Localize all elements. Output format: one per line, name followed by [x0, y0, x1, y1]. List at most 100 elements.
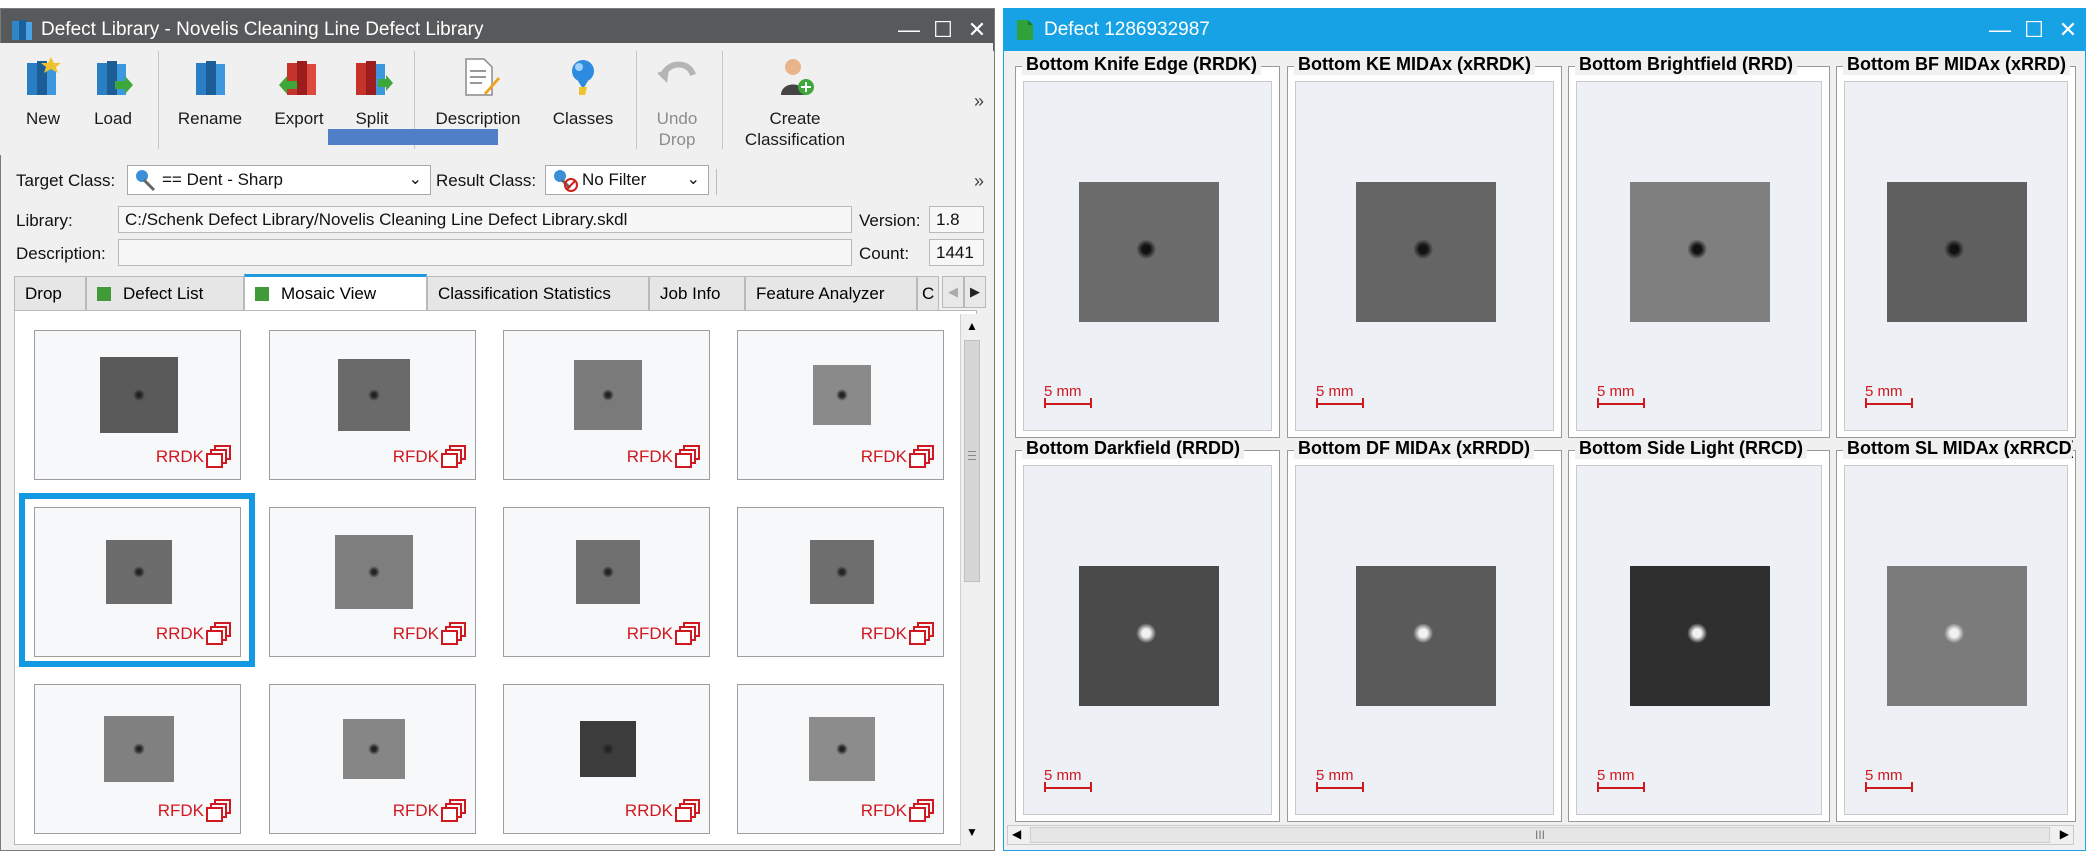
- mosaic-cell[interactable]: RFDK: [737, 330, 944, 480]
- mosaic-cell[interactable]: RFDK: [269, 684, 476, 834]
- tab-defect-list[interactable]: Defect List: [86, 276, 244, 310]
- image-stack-icon[interactable]: [441, 622, 467, 646]
- filter-overflow-chevron[interactable]: »: [974, 171, 984, 192]
- scroll-up-arrow[interactable]: ▲: [963, 316, 981, 336]
- close-button[interactable]: ✕: [2051, 9, 2085, 51]
- defect-class-label: RFDK: [860, 801, 907, 820]
- target-class-dropdown[interactable]: == Dent - Sharp ⌄: [127, 165, 431, 195]
- defect-class-label: RFDK: [626, 624, 673, 643]
- mosaic-cell[interactable]: RFDK: [269, 507, 476, 657]
- library-path-field[interactable]: C:/Schenk Defect Library/Novelis Cleanin…: [118, 206, 852, 233]
- tab-feature-analyzer[interactable]: Feature Analyzer: [745, 276, 917, 310]
- mosaic-cell[interactable]: RRDK: [503, 684, 710, 834]
- scroll-grip: [968, 451, 976, 452]
- load-button[interactable]: Load: [86, 55, 140, 129]
- defect-thumbnail: [810, 540, 874, 604]
- defect-thumbnail: [576, 540, 640, 604]
- mosaic-scrollbar[interactable]: ▲ ▼: [960, 314, 982, 846]
- image-stack-icon[interactable]: [909, 799, 935, 823]
- image-viewport[interactable]: 5 mm: [1576, 465, 1822, 815]
- image-section: Bottom BF MIDAx (xRRD) 5 mm: [1836, 54, 2076, 438]
- scale-label: 5 mm: [1865, 767, 1903, 784]
- tab-classification-statistics[interactable]: Classification Statistics: [427, 276, 649, 310]
- scroll-right-arrow[interactable]: ▶: [2060, 827, 2069, 841]
- scroll-down-arrow[interactable]: ▼: [963, 822, 981, 842]
- tab-job-info[interactable]: Job Info: [649, 276, 745, 310]
- scale-bar: 5 mm: [1044, 383, 1092, 408]
- mosaic-cell[interactable]: RFDK: [269, 330, 476, 480]
- scroll-left-arrow[interactable]: ◀: [1012, 827, 1021, 841]
- scale-label: 5 mm: [1044, 383, 1082, 400]
- description-field[interactable]: [118, 239, 852, 266]
- scale-bar: 5 mm: [1597, 383, 1645, 408]
- defect-thumbnail: [104, 716, 174, 782]
- image-viewport[interactable]: 5 mm: [1844, 465, 2068, 815]
- rename-button[interactable]: Rename: [172, 55, 248, 129]
- toolbar-overflow-chevron[interactable]: »: [974, 91, 984, 112]
- scale-line: [1044, 782, 1092, 792]
- selected-cell-highlight: [19, 493, 255, 667]
- mosaic-cell[interactable]: RRDK: [34, 330, 241, 480]
- defect-thumbnail: [335, 535, 413, 609]
- image-stack-icon[interactable]: [441, 445, 467, 469]
- image-stack-icon[interactable]: [909, 622, 935, 646]
- maximize-button[interactable]: ☐: [2017, 9, 2051, 51]
- tab-scroll-right[interactable]: ▶: [964, 276, 986, 308]
- mosaic-cell[interactable]: RFDK: [503, 330, 710, 480]
- scale-line: [1044, 398, 1092, 408]
- image-viewport[interactable]: 5 mm: [1295, 81, 1554, 431]
- image-stack-icon[interactable]: [675, 622, 701, 646]
- split-button[interactable]: Split: [344, 55, 400, 129]
- result-class-value: No Filter: [582, 170, 647, 189]
- minimize-button[interactable]: —: [1983, 9, 2017, 51]
- tab-drop[interactable]: Drop: [14, 276, 86, 310]
- scroll-thumb[interactable]: [964, 340, 980, 582]
- description-button[interactable]: Description: [428, 55, 528, 129]
- tab-mosaic-view[interactable]: Mosaic View: [244, 274, 427, 310]
- classes-pin-icon: [572, 60, 594, 95]
- image-stack-icon[interactable]: [675, 799, 701, 823]
- scale-label: 5 mm: [1597, 383, 1635, 400]
- image-viewport[interactable]: 5 mm: [1295, 465, 1554, 815]
- description-field-label: Description:: [16, 244, 106, 263]
- undo-drop-button[interactable]: Undo Drop: [648, 55, 706, 150]
- scale-label: 5 mm: [1316, 767, 1354, 784]
- filter-row: Target Class: == Dent - Sharp ⌄ Result C…: [0, 165, 993, 199]
- description-document-icon: [465, 58, 500, 96]
- scale-bar: 5 mm: [1597, 767, 1645, 792]
- mosaic-cell[interactable]: RFDK: [503, 507, 710, 657]
- create-classification-button[interactable]: Create Classification: [736, 55, 854, 150]
- export-button[interactable]: Export: [268, 55, 330, 129]
- image-section: Bottom DF MIDAx (xRRDD) 5 mm: [1287, 438, 1562, 822]
- green-square-icon: [97, 286, 111, 301]
- image-stack-icon[interactable]: [909, 445, 935, 469]
- image-stack-icon[interactable]: [441, 799, 467, 823]
- mosaic-cell[interactable]: RFDK: [34, 684, 241, 834]
- image-section: Bottom Knife Edge (RRDK) 5 mm: [1015, 54, 1280, 438]
- scroll-thumb[interactable]: III: [1030, 827, 2050, 843]
- load-label: Load: [94, 109, 132, 128]
- image-viewport[interactable]: 5 mm: [1576, 81, 1822, 431]
- tab-scroll-left[interactable]: ◀: [942, 276, 964, 308]
- image-stack-icon[interactable]: [206, 799, 232, 823]
- mosaic-cell[interactable]: RFDK: [737, 507, 944, 657]
- detail-horizontal-scrollbar[interactable]: ◀ III ▶: [1007, 825, 2074, 845]
- defect-image: [1079, 566, 1219, 706]
- undo-arrow-icon: [657, 61, 696, 83]
- result-class-dropdown[interactable]: No Filter ⌄: [545, 165, 709, 195]
- new-button[interactable]: New: [16, 55, 70, 129]
- scale-label: 5 mm: [1316, 383, 1354, 400]
- scale-bar: 5 mm: [1865, 383, 1913, 408]
- image-viewport[interactable]: 5 mm: [1023, 81, 1272, 431]
- image-viewport[interactable]: 5 mm: [1844, 81, 2068, 431]
- image-stack-icon[interactable]: [675, 445, 701, 469]
- tab-overflow[interactable]: C: [917, 276, 939, 310]
- classes-button[interactable]: Classes: [548, 55, 618, 129]
- scale-line: [1316, 398, 1364, 408]
- image-stack-icon[interactable]: [206, 445, 232, 469]
- defect-image: [1887, 182, 2027, 322]
- mosaic-cell[interactable]: RFDK: [737, 684, 944, 834]
- toolbar-separator: [722, 51, 723, 149]
- image-viewport[interactable]: 5 mm: [1023, 465, 1272, 815]
- version-field[interactable]: 1.8: [929, 206, 984, 233]
